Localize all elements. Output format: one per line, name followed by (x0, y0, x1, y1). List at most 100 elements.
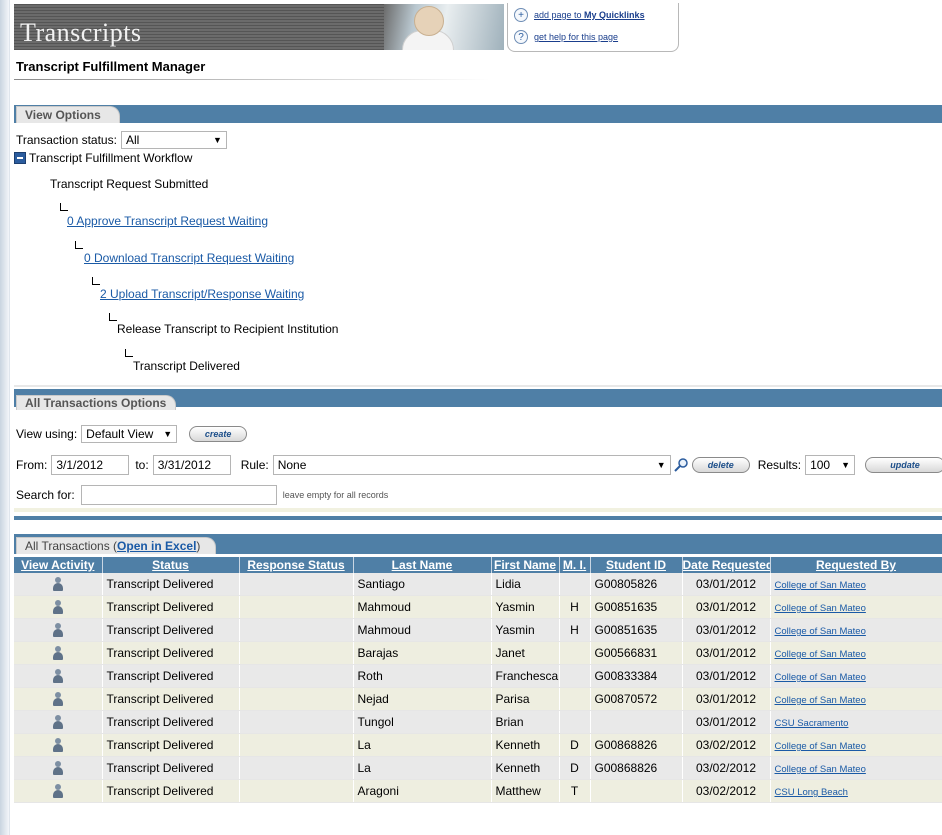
column-header-mi[interactable]: M. I. (559, 557, 591, 573)
view-activity-cell[interactable] (14, 756, 103, 780)
mi-cell (559, 641, 591, 665)
view-activity-cell[interactable] (14, 779, 103, 803)
response-status-cell (239, 733, 354, 757)
response-status-cell (239, 779, 354, 803)
last-name-cell: Tungol (353, 710, 492, 734)
transaction-status-row: Transaction status: All ▼ (16, 131, 227, 149)
date-requested-cell: 03/01/2012 (682, 664, 771, 688)
results-select[interactable]: 100 ▼ (805, 455, 856, 475)
column-header-first-name[interactable]: First Name (491, 557, 560, 573)
collapse-icon[interactable] (14, 152, 26, 164)
person-icon[interactable] (52, 692, 64, 707)
plus-icon[interactable]: + (514, 8, 528, 22)
upload-waiting-link[interactable]: 2 Upload Transcript/Response Waiting (100, 287, 304, 301)
student-id-cell: G00851635 (590, 595, 683, 619)
person-icon[interactable] (52, 577, 64, 592)
person-icon[interactable] (52, 715, 64, 730)
view-activity-cell[interactable] (14, 641, 103, 665)
column-header-student-id[interactable]: Student ID (590, 557, 683, 573)
requested-by-link[interactable]: College of San Mateo (775, 626, 866, 637)
transaction-status-select[interactable]: All ▼ (120, 131, 227, 149)
person-icon[interactable] (52, 623, 64, 638)
last-name-cell: Aragoni (353, 779, 492, 803)
create-button[interactable]: create (189, 426, 248, 442)
download-waiting-link[interactable]: 0 Download Transcript Request Waiting (84, 251, 294, 265)
results-label: Results: (757, 458, 802, 472)
help-link[interactable]: get help for this page (534, 32, 618, 42)
column-header-response-status[interactable]: Response Status (239, 557, 354, 573)
help-row[interactable]: ? get help for this page (514, 30, 618, 44)
transcripts-banner: Transcripts (14, 4, 504, 50)
requested-by-link[interactable]: CSU Long Beach (775, 787, 848, 798)
requested-by-cell: College of San Mateo (770, 618, 942, 642)
person-icon[interactable] (52, 784, 64, 799)
chevron-down-icon: ▼ (841, 460, 851, 470)
add-quicklink-row[interactable]: + add page to My Quicklinks (514, 8, 645, 22)
open-in-excel-link[interactable]: Open in Excel (117, 539, 196, 553)
last-name-cell: Mahmoud (353, 618, 492, 642)
search-input[interactable] (80, 485, 277, 505)
requested-by-link[interactable]: College of San Mateo (775, 649, 866, 660)
rule-select[interactable]: None ▼ (272, 455, 671, 475)
requested-by-link[interactable]: College of San Mateo (775, 764, 866, 775)
person-icon[interactable] (52, 761, 64, 776)
view-activity-cell[interactable] (14, 618, 103, 642)
table-row: Transcript Delivered Mahmoud Yasmin H G00851… (14, 618, 942, 642)
view-activity-cell[interactable] (14, 710, 103, 734)
quicklink-target: My Quicklinks (584, 10, 645, 20)
requested-by-link[interactable]: College of San Mateo (775, 672, 866, 683)
to-date-input[interactable] (152, 455, 231, 475)
update-button[interactable]: update (865, 457, 942, 473)
student-id-cell: G00851635 (590, 618, 683, 642)
requested-by-link[interactable]: CSU Sacramento (775, 718, 849, 729)
tree-elbow (109, 313, 117, 321)
column-header-status[interactable]: Status (102, 557, 240, 573)
mi-cell (559, 710, 591, 734)
approve-waiting-link[interactable]: 0 Approve Transcript Request Waiting (67, 214, 268, 228)
tab-all-transactions[interactable]: All Transactions (Open in Excel) (16, 537, 216, 554)
workflow-step-approve: 0 Approve Transcript Request Waiting (67, 214, 268, 228)
view-using-select[interactable]: Default View ▼ (81, 425, 178, 443)
help-icon[interactable]: ? (514, 30, 528, 44)
column-header-last-name[interactable]: Last Name (353, 557, 492, 573)
requested-by-cell: College of San Mateo (770, 573, 942, 596)
column-header-requested-by[interactable]: Requested By (770, 557, 942, 573)
response-status-cell (239, 664, 354, 688)
requested-by-link[interactable]: College of San Mateo (775, 580, 866, 591)
window-left-edge (0, 0, 10, 835)
view-activity-cell[interactable] (14, 595, 103, 619)
add-quicklink-link[interactable]: add page to My Quicklinks (534, 10, 645, 20)
person-icon[interactable] (52, 669, 64, 684)
last-name-cell: Barajas (353, 641, 492, 665)
delete-button[interactable]: delete (691, 457, 750, 473)
person-icon[interactable] (52, 738, 64, 753)
view-using-value: Default View (86, 427, 154, 441)
search-icon[interactable] (673, 458, 690, 472)
first-name-cell: Franchesca (491, 664, 560, 688)
student-id-cell: G00868826 (590, 733, 683, 757)
from-date-input[interactable] (51, 455, 130, 475)
view-activity-cell[interactable] (14, 664, 103, 688)
requested-by-link[interactable]: College of San Mateo (775, 695, 866, 706)
column-header-date-requested[interactable]: Date Requested (682, 557, 771, 573)
status-cell: Transcript Delivered (102, 595, 240, 619)
requested-by-link[interactable]: College of San Mateo (775, 741, 866, 752)
tab-all-transactions-options[interactable]: All Transactions Options (16, 395, 176, 410)
results-value: 100 (810, 458, 831, 472)
column-header-view-activity[interactable]: View Activity (14, 557, 103, 573)
table-row: Transcript Delivered Mahmoud Yasmin H G00851… (14, 595, 942, 619)
table-header-row: View Activity Status Response Status Las… (14, 557, 942, 573)
view-activity-cell[interactable] (14, 733, 103, 757)
mi-cell: H (559, 618, 591, 642)
requested-by-link[interactable]: College of San Mateo (775, 603, 866, 614)
date-requested-cell: 03/01/2012 (682, 641, 771, 665)
person-icon[interactable] (52, 600, 64, 615)
tab-view-options[interactable]: View Options (16, 106, 120, 123)
requested-by-cell: College of San Mateo (770, 756, 942, 780)
person-icon[interactable] (52, 646, 64, 661)
view-activity-cell[interactable] (14, 573, 103, 596)
status-cell: Transcript Delivered (102, 573, 240, 596)
workflow-header[interactable]: Transcript Fulfillment Workflow (14, 151, 192, 165)
view-activity-cell[interactable] (14, 687, 103, 711)
banner-photo (384, 4, 504, 50)
